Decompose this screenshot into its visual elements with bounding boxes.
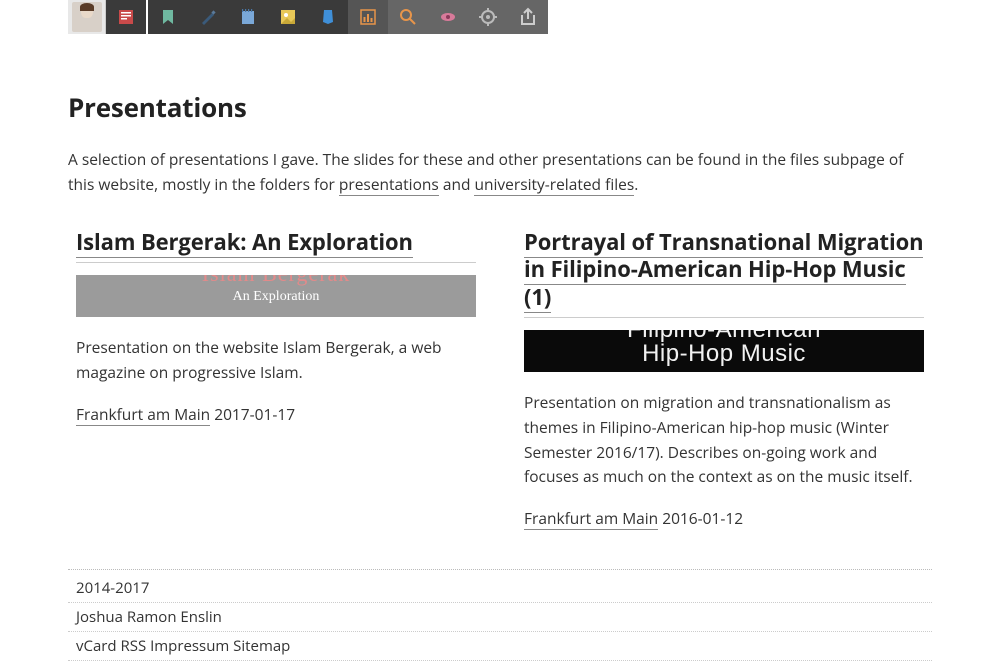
page-title: Presentations (68, 89, 932, 125)
nav-chart[interactable] (348, 0, 388, 34)
footer-author: Joshua Ramon Enslin (68, 603, 932, 632)
nav-article[interactable] (106, 0, 146, 34)
link-university-files[interactable]: university-related files (474, 173, 634, 196)
export-icon (518, 7, 538, 27)
footer-years: 2014-2017 (68, 574, 932, 603)
presentation-card: Islam Bergerak: An Exploration Islam Ber… (68, 229, 484, 530)
page-content: Presentations A selection of presentatio… (68, 89, 932, 661)
nav-settings[interactable] (468, 0, 508, 34)
card-description: Presentation on migration and transnatio… (524, 390, 924, 489)
nav-export[interactable] (508, 0, 548, 34)
slide-line2: Hip-Hop Music (642, 340, 806, 368)
footer-links[interactable]: vCard RSS Impressum Sitemap (68, 632, 932, 661)
card-date: 2016-01-12 (662, 507, 743, 529)
card-title[interactable]: Islam Bergerak: An Exploration (76, 229, 476, 264)
gear-icon (478, 7, 498, 27)
presentation-card: Portrayal of Transnational Migration in … (516, 229, 932, 530)
location-link[interactable]: Frankfurt am Main (76, 403, 210, 426)
presentation-cards: Islam Bergerak: An Exploration Islam Ber… (68, 229, 932, 530)
location-link[interactable]: Frankfurt am Main (524, 507, 658, 530)
page-footer: 2014-2017 Joshua Ramon Enslin vCard RSS … (68, 569, 932, 661)
slide-thumbnail[interactable]: Islam Bergerak An Exploration (76, 275, 476, 317)
notebook-icon (238, 7, 258, 27)
nav-tag[interactable] (308, 0, 348, 34)
intro-paragraph: A selection of presentations I gave. The… (68, 147, 932, 197)
card-meta: Frankfurt am Main 2017-01-17 (76, 403, 476, 425)
nav-notebook[interactable] (228, 0, 268, 34)
nav-search[interactable] (388, 0, 428, 34)
image-icon (278, 7, 298, 27)
card-title[interactable]: Portrayal of Transnational Migration in … (524, 229, 924, 319)
pen-icon (198, 7, 218, 27)
top-navbar (68, 0, 1000, 34)
link-presentations[interactable]: presentations (339, 173, 439, 196)
nav-image[interactable] (268, 0, 308, 34)
tag-icon (318, 7, 338, 27)
avatar-button[interactable] (68, 0, 106, 34)
card-meta: Frankfurt am Main 2016-01-12 (524, 507, 924, 529)
chart-icon (358, 7, 378, 27)
article-icon (116, 7, 136, 27)
nav-bookmark[interactable] (148, 0, 188, 34)
search-icon (398, 7, 418, 27)
intro-text-after: . (634, 173, 638, 195)
card-description: Presentation on the website Islam Berger… (76, 335, 476, 385)
slide-line1: Islam Bergerak (202, 275, 351, 287)
eye-icon (438, 7, 458, 27)
nav-pen[interactable] (188, 0, 228, 34)
card-date: 2017-01-17 (214, 403, 295, 425)
intro-text-mid: and (439, 173, 475, 195)
slide-line2: An Exploration (233, 289, 320, 305)
bookmark-icon (158, 7, 178, 27)
nav-eye[interactable] (428, 0, 468, 34)
slide-thumbnail[interactable]: Filipino-American Hip-Hop Music (524, 330, 924, 372)
avatar-icon (72, 2, 102, 32)
